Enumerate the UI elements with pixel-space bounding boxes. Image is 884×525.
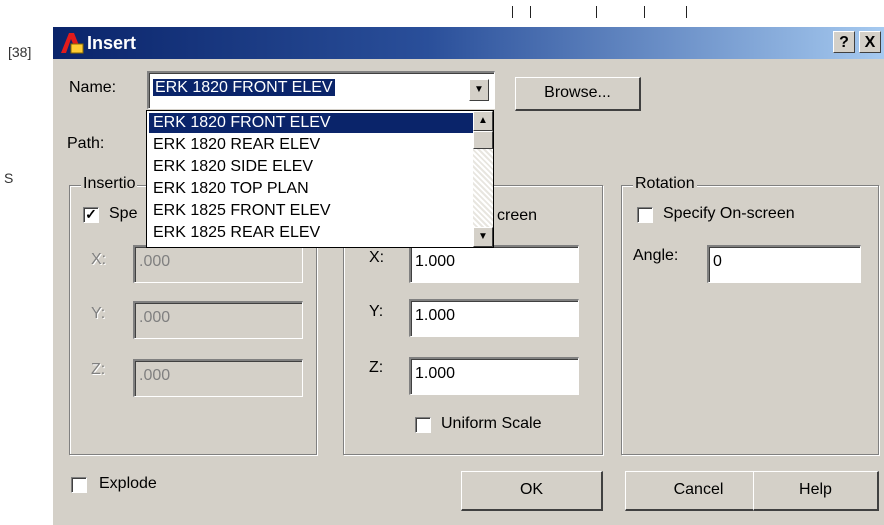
ok-button[interactable]: OK [461,471,603,511]
insertion-y-label: Y: [91,305,106,322]
name-label: Name: [69,79,117,96]
dropdown-option[interactable]: ERK 1825 REAR ELEV [149,223,473,243]
title-bar[interactable]: Insert ? X [53,27,884,59]
dialog-title: Insert [87,33,137,53]
name-combobox[interactable]: ERK 1820 FRONT ELEV [147,71,495,109]
drawing-tick [530,6,531,18]
dropdown-scrollbar[interactable]: ▲ ▼ [473,111,493,247]
scale-z-input[interactable]: 1.000 [409,357,579,395]
help-button[interactable]: Help [753,471,879,511]
scale-y-label: Y: [369,303,384,320]
scale-z-label: Z: [369,359,384,376]
scroll-down-arrow-icon[interactable]: ▼ [473,227,493,247]
scroll-up-arrow-icon[interactable]: ▲ [473,111,493,131]
rotation-specify-label: Specify On-screen [663,205,795,222]
drawing-tick [686,6,687,18]
insertion-x-input[interactable]: .000 [133,245,303,283]
scale-x-input[interactable]: 1.000 [409,245,579,283]
drawing-tick [512,6,513,18]
rotation-specify-checkbox[interactable] [637,207,653,223]
name-dropdown-list[interactable]: ERK 1820 FRONT ELEV ERK 1820 REAR ELEV E… [146,110,494,248]
side-label: S [4,170,14,186]
dropdown-option[interactable]: ERK 1820 FRONT ELEV [149,113,473,133]
path-label: Path: [67,135,105,152]
autocad-icon [61,33,84,54]
uniform-scale-checkbox[interactable] [415,417,431,433]
insertion-specify-checkbox[interactable]: ✓ [83,207,99,223]
insertion-group-title: Insertio [81,175,138,193]
dropdown-option[interactable]: ERK 1820 REAR ELEV [149,135,473,155]
explode-label: Explode [99,475,157,492]
insertion-z-input[interactable]: .000 [133,359,303,397]
name-dropdown-button[interactable]: ▼ [469,79,489,101]
cancel-button[interactable]: Cancel [625,471,773,511]
insertion-y-input[interactable]: .000 [133,301,303,339]
dropdown-option[interactable]: ERK 1825 FRONT ELEV [149,201,473,221]
close-button[interactable]: X [859,31,881,53]
scrollbar-thumb[interactable] [473,131,493,149]
scale-specify-label: creen [497,207,538,224]
help-title-button[interactable]: ? [833,31,855,53]
scale-y-input[interactable]: 1.000 [409,299,579,337]
insertion-z-label: Z: [91,361,106,378]
insertion-x-label: X: [91,251,107,268]
reference-label: [38] [8,44,32,60]
explode-checkbox[interactable] [71,477,87,493]
dropdown-option[interactable]: ERK 1820 TOP PLAN [149,179,473,199]
drawing-tick [644,6,645,18]
rotation-group-title: Rotation [633,175,697,193]
dropdown-option[interactable]: ERK 1820 SIDE ELEV [149,157,473,177]
scale-x-label: X: [369,249,385,266]
drawing-tick [596,6,597,18]
angle-label: Angle: [633,247,679,264]
name-value: ERK 1820 FRONT ELEV [153,79,335,96]
uniform-scale-label: Uniform Scale [441,415,542,432]
insertion-specify-label: Spe [109,205,138,222]
angle-input[interactable]: 0 [707,245,861,283]
rotation-group [621,185,879,455]
insert-dialog: Insert ? X Name: ERK 1820 FRONT ELEV ▼ B… [52,26,884,525]
browse-button[interactable]: Browse... [515,77,641,111]
